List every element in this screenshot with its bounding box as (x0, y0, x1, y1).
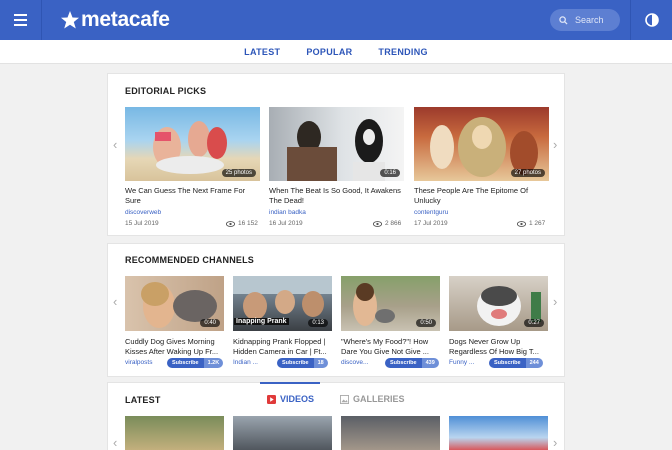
active-tab-indicator (260, 382, 320, 384)
card-title[interactable]: Cuddly Dog Gives Morning Kisses After Wa… (125, 337, 224, 356)
nav-popular[interactable]: POPULAR (306, 47, 352, 57)
nav-trending[interactable]: TRENDING (378, 47, 427, 57)
subscriber-count: 18 (313, 358, 328, 368)
card-source[interactable]: indian badka (269, 209, 306, 216)
search-label: Search (575, 15, 604, 25)
recommended-channels-section: RECOMMENDED CHANNELS ‹ › 0:40 Cuddly Dog… (107, 243, 565, 377)
channel-name[interactable]: discove... (341, 359, 368, 366)
video-thumbnail[interactable] (449, 416, 548, 450)
thumbnail-overlay-text: Inapping Prank (234, 318, 289, 325)
logo-text: metacafe (81, 8, 170, 31)
user-account-button[interactable] (630, 0, 672, 40)
subscriber-count: 1.2K (203, 358, 224, 368)
carousel-next-arrow[interactable]: › (553, 137, 557, 152)
editorial-picks-section: EDITORIAL PICKS ‹ › 25 photos We Can Gue… (107, 73, 565, 236)
eye-icon (373, 220, 382, 227)
video-thumbnail[interactable]: 0:50 (341, 276, 440, 331)
duration-badge: 0:50 (416, 319, 436, 327)
card-title[interactable]: Kidnapping Prank Flopped | Hidden Camera… (233, 337, 332, 356)
carousel-prev-arrow[interactable]: ‹ (113, 294, 117, 309)
video-thumbnail[interactable] (341, 416, 440, 450)
channel-name[interactable]: Indian ... (233, 359, 258, 366)
top-header: metacafe Search (0, 0, 672, 40)
card-date: 15 Jul 2019 (125, 220, 159, 227)
carousel-prev-arrow[interactable]: ‹ (113, 435, 117, 450)
photo-count-badge: 25 photos (221, 169, 256, 177)
card-title[interactable]: When The Beat Is So Good, It Awakens The… (269, 186, 404, 205)
carousel-next-arrow[interactable]: › (553, 435, 557, 450)
duration-badge: 0:16 (380, 169, 400, 177)
carousel-prev-arrow[interactable]: ‹ (113, 137, 117, 152)
duration-badge: 0:27 (524, 319, 544, 327)
play-icon (267, 394, 276, 404)
nav-latest[interactable]: LATEST (244, 47, 280, 57)
subscribe-button[interactable]: Subscribe 439 (385, 358, 439, 368)
search-icon (559, 15, 568, 25)
card-source[interactable]: discoverweb (125, 209, 161, 216)
card-source[interactable]: contentguru (414, 209, 448, 216)
card-views: 1 267 (517, 220, 545, 227)
section-title: EDITORIAL PICKS (125, 86, 207, 96)
tab-galleries[interactable]: GALLERIES (340, 394, 405, 404)
section-title: LATEST (125, 395, 161, 405)
video-thumbnail[interactable]: Inapping Prank 0:13 (233, 276, 332, 331)
logo-star-icon (61, 11, 79, 29)
channel-name[interactable]: Funny ... (449, 359, 474, 366)
subscribe-button[interactable]: Subscribe 244 (489, 358, 543, 368)
card-title[interactable]: Dogs Never Grow Up Regardless Of How Big… (449, 337, 548, 356)
eye-icon (517, 220, 526, 227)
metacafe-logo[interactable]: metacafe (60, 6, 170, 34)
subscriber-count: 244 (525, 358, 543, 368)
video-thumbnail[interactable]: 25 photos (125, 107, 260, 181)
video-thumbnail[interactable] (233, 416, 332, 450)
card-title[interactable]: These People Are The Epitome Of Unlucky (414, 186, 549, 205)
menu-icon (14, 14, 27, 16)
image-icon (340, 394, 349, 404)
card-title[interactable]: "Where's My Food?"! How Dare You Give No… (341, 337, 440, 356)
user-avatar-icon (644, 13, 659, 27)
sub-navigation: LATEST POPULAR TRENDING (0, 40, 672, 64)
card-date: 16 Jul 2019 (269, 220, 303, 227)
subscriber-count: 439 (421, 358, 439, 368)
hamburger-menu-button[interactable] (0, 0, 42, 40)
video-thumbnail[interactable]: 27 photos (414, 107, 549, 181)
search-button[interactable]: Search (550, 9, 620, 31)
latest-section: LATEST VIDEOS GALLERIES ‹ › (107, 382, 565, 450)
video-thumbnail[interactable]: 0:40 (125, 276, 224, 331)
video-thumbnail[interactable]: 0:16 (269, 107, 404, 181)
duration-badge: 0:40 (200, 319, 220, 327)
card-title[interactable]: We Can Guess The Next Frame For Sure (125, 186, 260, 205)
subscribe-button[interactable]: Subscribe 1.2K (167, 358, 224, 368)
card-views: 2 866 (373, 220, 401, 227)
channel-name[interactable]: viralposts (125, 359, 152, 366)
eye-icon (226, 220, 235, 227)
carousel-next-arrow[interactable]: › (553, 294, 557, 309)
video-thumbnail[interactable]: 0:27 (449, 276, 548, 331)
section-title: RECOMMENDED CHANNELS (125, 255, 255, 265)
card-views: 16 152 (226, 220, 258, 227)
subscribe-button[interactable]: Subscribe 18 (277, 358, 328, 368)
video-thumbnail[interactable] (125, 416, 224, 450)
card-date: 17 Jul 2019 (414, 220, 448, 227)
photo-count-badge: 27 photos (510, 169, 545, 177)
tab-videos[interactable]: VIDEOS (267, 394, 314, 404)
duration-badge: 0:13 (308, 319, 328, 327)
